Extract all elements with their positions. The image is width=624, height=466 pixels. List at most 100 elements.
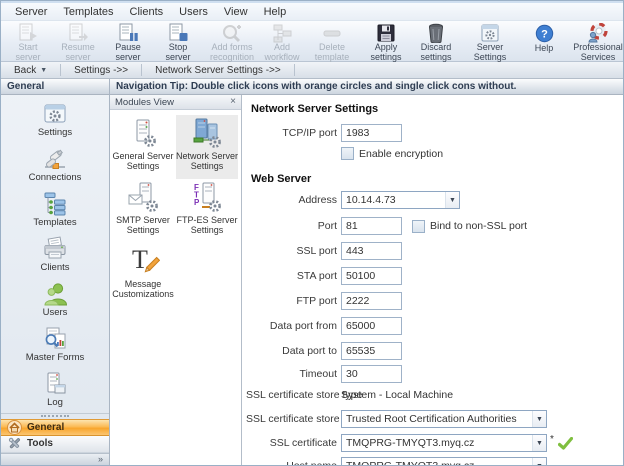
back-label: Back — [14, 65, 36, 76]
svg-text:?: ? — [541, 29, 548, 41]
sidebar-item-settings[interactable]: Settings — [9, 98, 101, 143]
navigation-tip-text: Navigation Tip: Double click icons with … — [116, 81, 516, 92]
address-select[interactable]: 10.14.4.73 ▼ — [341, 191, 460, 209]
host-name-select[interactable]: TMQPRG-TMYQT3.myq.cz ▼ — [341, 457, 547, 465]
section-title-web-server: Web Server — [251, 173, 311, 185]
menu-help[interactable]: Help — [256, 6, 295, 18]
sidebar-category-general[interactable]: General — [1, 419, 109, 436]
ssl-cert-store-label: SSL certificate store — [246, 413, 337, 425]
data-port-to-input[interactable]: 65535 — [341, 342, 402, 360]
sidebar-category-tools[interactable]: Tools — [1, 436, 109, 452]
stop-server-label: Stop server — [157, 43, 199, 63]
menu-templates[interactable]: Templates — [55, 6, 121, 18]
help-button[interactable]: ? Help — [519, 21, 569, 61]
module-label: Network Server Settings — [176, 151, 238, 171]
sidebar-overflow-bar[interactable]: » — [1, 453, 109, 465]
timeout-label: Timeout — [246, 368, 337, 380]
professional-services-button[interactable]: Professional Services — [573, 21, 623, 61]
ssl-certificate-select[interactable]: TMQPRG-TMYQT3.myq.cz ▼ — [341, 434, 547, 452]
general-server-settings-icon — [127, 115, 159, 151]
module-message-customizations[interactable]: T Message Customizations — [112, 243, 174, 307]
sta-port-input[interactable]: 50100 — [341, 267, 402, 285]
tcpip-port-input[interactable]: 1983 — [341, 124, 402, 142]
menu-clients[interactable]: Clients — [122, 6, 172, 18]
bind-non-ssl-label: Bind to non-SSL port — [430, 220, 527, 232]
help-label: Help — [535, 44, 554, 54]
help-icon: ? — [535, 23, 554, 44]
port-label: Port — [246, 220, 337, 232]
data-port-from-input[interactable]: 65000 — [341, 317, 402, 335]
resume-server-label: Resume server — [57, 43, 99, 63]
sidebar-category-label: General — [27, 422, 64, 433]
sidebar-item-label: Settings — [38, 127, 72, 138]
ssl-cert-store-value: Trusted Root Certification Authorities — [346, 413, 517, 425]
valid-check-icon — [558, 437, 573, 450]
ssl-cert-store-type-value: System - Local Machine — [341, 389, 453, 401]
sidebar-item-master-forms[interactable]: Master Forms — [9, 323, 101, 368]
module-label: SMTP Server Settings — [112, 215, 174, 235]
address-label: Address — [246, 194, 337, 206]
pause-server-button[interactable]: Pause server — [103, 21, 153, 61]
modules-view-titlebar: Modules View × — [110, 95, 241, 110]
settings-icon — [42, 98, 68, 127]
ftp-port-label: FTP port — [246, 295, 337, 307]
module-ftp-es-server-settings[interactable]: FTP FTP-ES Server Settings — [176, 179, 238, 243]
log-icon — [42, 368, 68, 397]
delete-template-button[interactable]: Delete template — [307, 21, 357, 61]
message-customizations-icon: T — [126, 243, 160, 279]
host-name-label: Host name — [246, 460, 337, 465]
ssl-port-input[interactable]: 443 — [341, 242, 402, 260]
address-value: 10.14.4.73 — [346, 194, 396, 206]
trash-icon — [427, 23, 445, 43]
module-general-server-settings[interactable]: General Server Settings — [112, 115, 174, 179]
section-title-network: Network Server Settings — [251, 103, 378, 115]
delete-template-icon — [320, 23, 344, 43]
ssl-cert-store-select[interactable]: Trusted Root Certification Authorities ▼ — [341, 410, 547, 428]
chevron-down-icon: ▼ — [445, 192, 459, 208]
sidebar-item-label: Users — [43, 307, 68, 318]
back-button[interactable]: Back ▼ — [1, 62, 60, 78]
add-workflow-button[interactable]: Add workflow — [257, 21, 307, 61]
host-name-value: TMQPRG-TMYQT3.myq.cz — [346, 460, 474, 465]
menu-view[interactable]: View — [216, 6, 256, 18]
nav-network-server-settings-button[interactable]: Network Server Settings ->> — [142, 62, 294, 78]
apply-settings-button[interactable]: Apply settings — [361, 21, 411, 61]
toolbar: Start server Resume server Pause server … — [1, 21, 623, 62]
menubar: Server Templates Clients Users View Help — [1, 1, 623, 21]
port-input[interactable]: 81 — [341, 217, 402, 235]
life-ring-person-icon — [587, 23, 609, 43]
pause-server-icon — [118, 23, 139, 43]
nav-settings-label: Settings ->> — [74, 65, 128, 76]
save-icon — [376, 23, 396, 43]
module-smtp-server-settings[interactable]: SMTP Server Settings — [112, 179, 174, 243]
sidebar-item-connections[interactable]: Connections — [9, 143, 101, 188]
sidebar-item-clients[interactable]: Clients — [9, 233, 101, 278]
network-server-settings-icon — [190, 115, 224, 151]
ssl-certificate-label: SSL certificate — [246, 437, 337, 449]
sidebar-item-log[interactable]: Log — [9, 368, 101, 413]
nav-settings-button[interactable]: Settings ->> — [61, 62, 141, 78]
module-network-server-settings[interactable]: Network Server Settings — [176, 115, 238, 179]
ftp-port-input[interactable]: 2222 — [341, 292, 402, 310]
sidebar-items: Settings Connections Templates Clients — [1, 95, 109, 413]
stop-server-button[interactable]: Stop server — [153, 21, 203, 61]
sidebar-item-label: Log — [47, 397, 63, 408]
enable-encryption-checkbox[interactable] — [341, 147, 354, 160]
sidebar: General Settings Connections Templates — [1, 79, 110, 465]
smtp-server-settings-icon — [126, 179, 160, 215]
add-forms-recognition-button[interactable]: Add forms recognition — [207, 21, 257, 61]
resume-server-button[interactable]: Resume server — [53, 21, 103, 61]
start-server-button[interactable]: Start server — [3, 21, 53, 61]
bind-non-ssl-checkbox[interactable] — [412, 220, 425, 233]
app-window: Server Templates Clients Users View Help… — [0, 0, 624, 466]
server-settings-button[interactable]: Server Settings — [465, 21, 515, 61]
sidebar-item-templates[interactable]: Templates — [9, 188, 101, 233]
discard-settings-button[interactable]: Discard settings — [411, 21, 461, 61]
timeout-input[interactable]: 30 — [341, 365, 402, 383]
menu-server[interactable]: Server — [7, 6, 55, 18]
ssl-certificate-required-asterisk: * — [550, 434, 554, 445]
menu-users[interactable]: Users — [171, 6, 216, 18]
close-icon[interactable]: × — [230, 97, 236, 107]
sidebar-item-users[interactable]: Users — [9, 278, 101, 323]
sta-port-label: STA port — [246, 270, 337, 282]
